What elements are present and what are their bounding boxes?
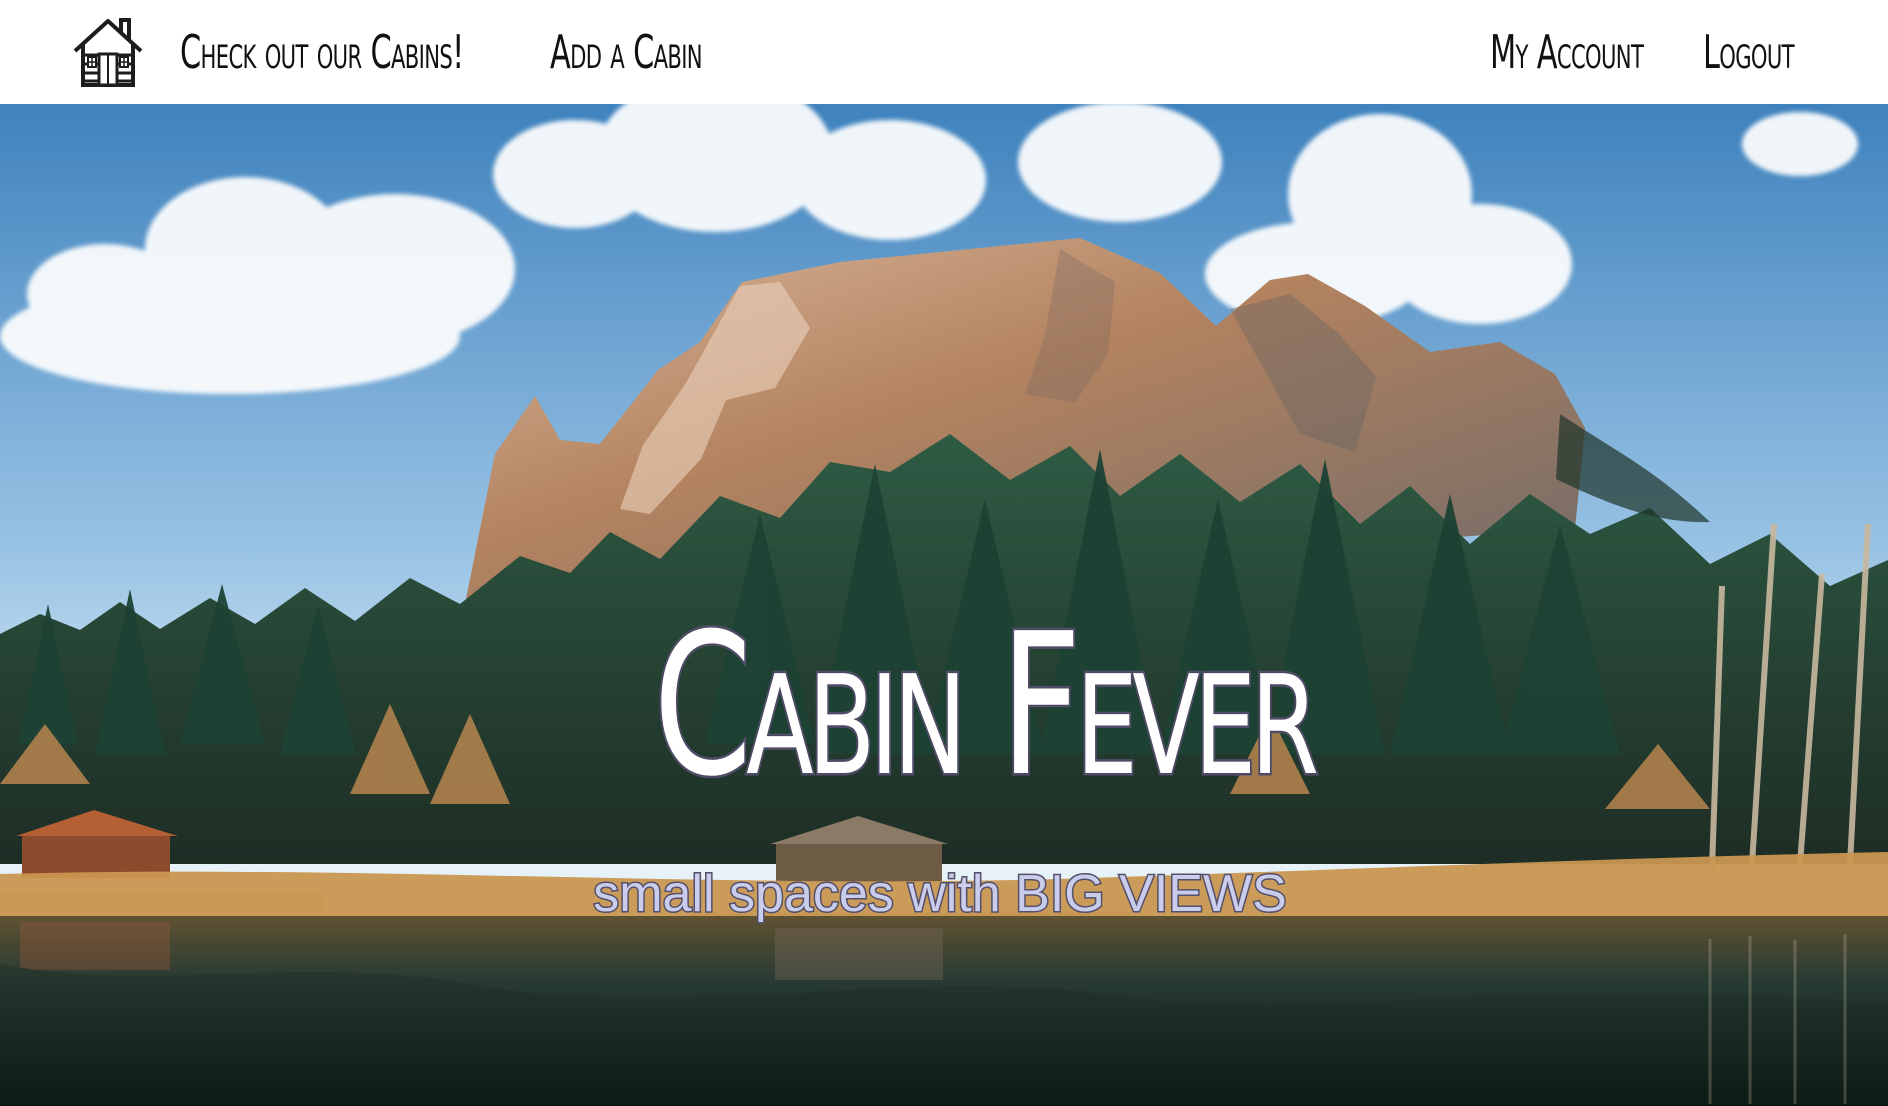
top-navigation: Check out our Cabins! Add a Cabin My Acc… — [0, 0, 1888, 104]
hero-subtitle: small spaces with BIG VIEWS — [592, 864, 1289, 925]
my-account-link[interactable]: My Account — [1490, 18, 1644, 86]
logout-link[interactable]: Logout — [1703, 18, 1795, 86]
add-cabin-link[interactable]: Add a Cabin — [550, 18, 703, 86]
hero-title: Cabin Fever — [652, 590, 1321, 823]
hero-banner: Cabin Fever small spaces with BIG VIEWS — [0, 104, 1888, 1106]
check-cabins-link[interactable]: Check out our Cabins! — [180, 18, 464, 86]
home-logo-link[interactable] — [70, 12, 146, 88]
cabin-icon — [73, 18, 143, 87]
